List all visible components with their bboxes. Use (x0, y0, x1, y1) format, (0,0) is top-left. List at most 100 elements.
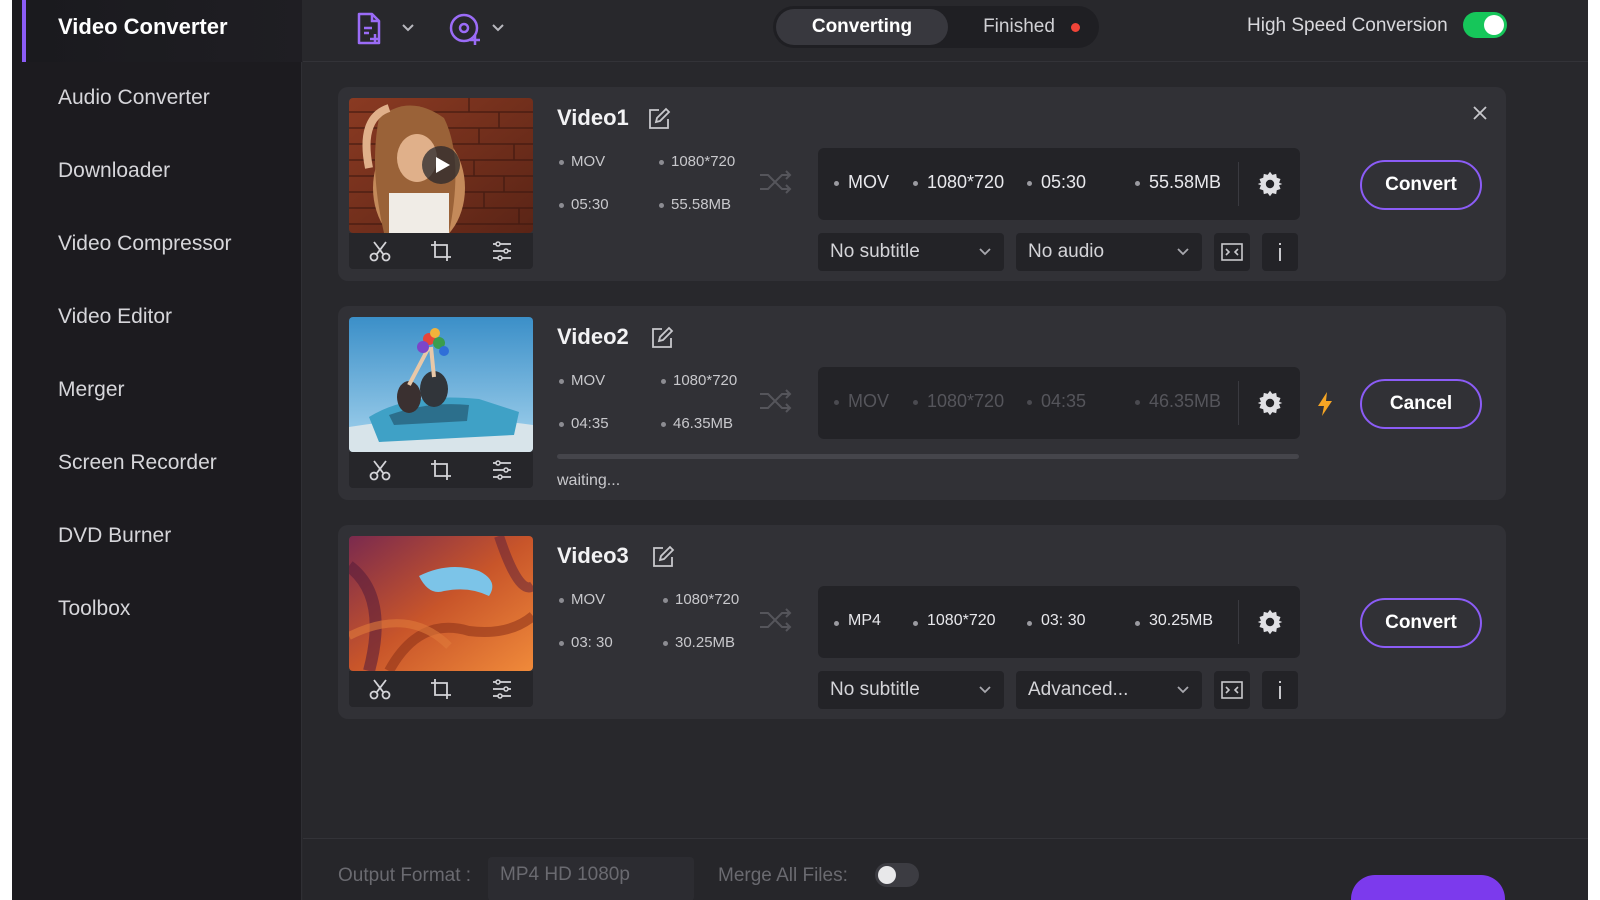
bottom-bar: Output Format : MP4 HD 1080p Merge All F… (303, 838, 1588, 900)
sidebar-item-dvd-burner[interactable]: DVD Burner (58, 524, 171, 548)
chevron-down-icon[interactable] (401, 20, 415, 34)
output-format-select[interactable]: MP4 HD 1080p (488, 857, 694, 900)
source-duration: 05:30 (559, 196, 609, 213)
gear-icon[interactable] (1256, 608, 1284, 636)
video-card: Video2 MOV 1080*720 04:35 46.35MB MOV 10… (338, 306, 1506, 500)
divider (1238, 381, 1239, 425)
target-settings[interactable]: MP4 1080*720 03: 30 30.25MB (818, 586, 1300, 658)
target-format: MOV (833, 172, 890, 192)
high-speed-toggle[interactable] (1463, 12, 1507, 38)
effects-icon[interactable] (490, 239, 514, 263)
chevron-down-icon (979, 686, 991, 694)
convert-arrow-icon (760, 389, 792, 413)
target-format: MP4 (834, 612, 881, 629)
edit-icon[interactable] (651, 545, 675, 569)
subtitle-dropdown[interactable]: No subtitle (818, 233, 1004, 271)
effects-icon[interactable] (490, 458, 514, 482)
status-text: waiting... (557, 472, 621, 489)
notification-dot (1071, 23, 1080, 32)
toggle-knob (878, 866, 896, 884)
play-icon[interactable] (421, 145, 461, 185)
add-disc-icon[interactable] (445, 9, 485, 49)
lightning-icon (1318, 392, 1332, 416)
merge-label: Merge All Files: (718, 865, 848, 886)
thumbnail-tools (349, 233, 533, 269)
edit-icon[interactable] (650, 326, 674, 350)
target-size: 46.35MB (1134, 391, 1222, 411)
sidebar-item-downloader[interactable]: Downloader (58, 159, 170, 183)
thumbnail-image (349, 536, 533, 671)
source-size: 30.25MB (662, 634, 736, 651)
subtitle-dropdown[interactable]: No subtitle (818, 671, 1004, 709)
info-button[interactable] (1262, 233, 1298, 271)
sidebar: Video Converter Audio Converter Download… (12, 0, 302, 900)
crop-icon[interactable] (429, 458, 453, 482)
target-duration: 05:30 (1026, 172, 1087, 192)
target-format: MOV (833, 391, 890, 411)
chevron-down-icon (979, 248, 991, 256)
edit-icon[interactable] (647, 107, 671, 131)
tab-converting[interactable]: Converting (776, 9, 948, 45)
source-resolution: 1080*720 (660, 372, 738, 389)
target-settings[interactable]: MOV 1080*720 05:30 55.58MB (818, 148, 1300, 220)
sidebar-item-toolbox[interactable]: Toolbox (58, 597, 130, 621)
output-format-label: Output Format : (338, 865, 472, 886)
video-thumbnail[interactable] (349, 317, 533, 452)
video-thumbnail[interactable] (349, 98, 533, 233)
target-settings[interactable]: MOV 1080*720 04:35 46.35MB (818, 367, 1300, 439)
convert-all-button[interactable] (1351, 875, 1505, 900)
video-name: Video2 (557, 324, 629, 349)
video-name: Video1 (557, 105, 629, 130)
crop-icon[interactable] (429, 677, 453, 701)
add-file-icon[interactable] (349, 9, 389, 49)
chevron-down-icon[interactable] (491, 20, 505, 34)
target-duration: 03: 30 (1026, 612, 1086, 629)
info-icon (1279, 681, 1281, 699)
high-speed-label: High Speed Conversion (1247, 15, 1448, 36)
scissors-icon[interactable] (368, 458, 392, 482)
video-thumbnail[interactable] (349, 536, 533, 671)
subtitle-file-button[interactable] (1214, 671, 1250, 709)
thumbnail-tools (349, 671, 533, 707)
audio-dropdown[interactable]: Advanced... (1016, 671, 1202, 709)
target-size: 30.25MB (1134, 612, 1214, 629)
audio-dropdown[interactable]: No audio (1016, 233, 1202, 271)
sidebar-item-video-compressor[interactable]: Video Compressor (58, 232, 232, 256)
scissors-icon[interactable] (368, 239, 392, 263)
target-resolution: 1080*720 (912, 172, 1005, 192)
scissors-icon[interactable] (368, 677, 392, 701)
sidebar-item-audio-converter[interactable]: Audio Converter (58, 86, 210, 110)
gear-icon[interactable] (1256, 170, 1284, 198)
thumbnail-tools (349, 452, 533, 488)
merge-toggle[interactable] (875, 863, 919, 887)
chevron-down-icon (1177, 686, 1189, 694)
toggle-knob (1484, 15, 1504, 35)
sidebar-item-video-converter[interactable]: Video Converter (22, 0, 302, 62)
sidebar-item-merger[interactable]: Merger (58, 378, 125, 402)
audio-value: Advanced... (1028, 679, 1129, 700)
effects-icon[interactable] (490, 677, 514, 701)
cancel-button[interactable]: Cancel (1360, 379, 1482, 429)
source-duration: 04:35 (559, 415, 609, 432)
status-tabs: Converting Finished (773, 6, 1099, 48)
video-card: Video3 MOV 1080*720 03: 30 30.25MB MP4 1… (338, 525, 1506, 719)
output-format-value: MP4 HD 1080p (500, 864, 630, 885)
sidebar-item-screen-recorder[interactable]: Screen Recorder (58, 451, 217, 475)
subtitle-file-button[interactable] (1214, 233, 1250, 271)
subtitle-file-icon (1221, 681, 1243, 699)
progress-bar (557, 454, 1299, 459)
crop-icon[interactable] (429, 239, 453, 263)
info-button[interactable] (1262, 671, 1298, 709)
gear-icon[interactable] (1256, 389, 1284, 417)
close-icon[interactable] (1470, 103, 1490, 123)
divider (1238, 600, 1239, 644)
target-resolution: 1080*720 (912, 391, 1005, 411)
convert-button[interactable]: Convert (1360, 598, 1482, 648)
audio-value: No audio (1028, 241, 1105, 262)
info-icon (1279, 243, 1281, 261)
convert-button[interactable]: Convert (1360, 160, 1482, 210)
divider (1238, 162, 1239, 206)
sidebar-item-video-editor[interactable]: Video Editor (58, 305, 172, 329)
tab-finished[interactable]: Finished (959, 9, 1079, 45)
top-bar: Converting Finished High Speed Conversio… (303, 0, 1588, 62)
